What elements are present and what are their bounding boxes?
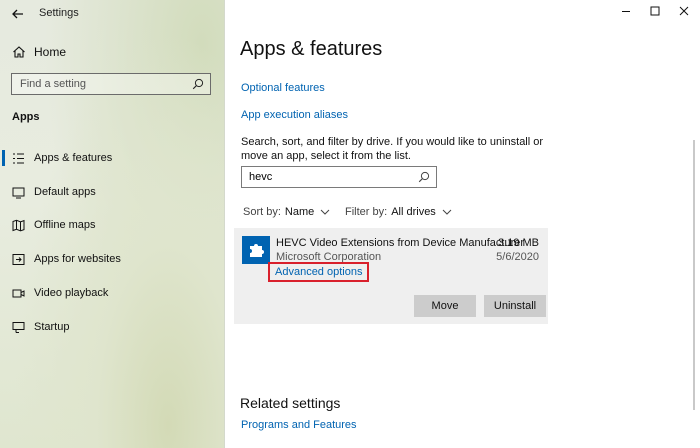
map-icon bbox=[12, 219, 25, 231]
app-install-date: 5/6/2020 bbox=[496, 251, 539, 263]
find-setting-input[interactable]: Find a setting bbox=[11, 73, 211, 95]
app-name: HEVC Video Extensions from Device Manufa… bbox=[276, 237, 525, 249]
page-title: Apps & features bbox=[240, 38, 383, 60]
main-content: Apps & features Optional features App ex… bbox=[225, 0, 700, 448]
sidebar: Settings Home Find a setting Apps Apps &… bbox=[0, 0, 225, 448]
sort-dropdown[interactable]: Sort by: Name bbox=[243, 206, 330, 218]
sort-value: Name bbox=[284, 206, 315, 218]
search-icon[interactable] bbox=[418, 171, 430, 183]
startup-icon bbox=[12, 321, 25, 333]
related-settings-title: Related settings bbox=[240, 395, 341, 411]
move-button[interactable]: Move bbox=[414, 295, 476, 317]
sidebar-item-video-playback[interactable]: Video playback bbox=[0, 282, 223, 304]
app-search-input[interactable]: hevc bbox=[241, 166, 437, 188]
section-title: Apps bbox=[12, 111, 40, 123]
filter-value: All drives bbox=[391, 206, 436, 218]
back-arrow-icon[interactable] bbox=[10, 6, 26, 22]
sidebar-item-default-apps[interactable]: Default apps bbox=[0, 181, 223, 203]
app-search-value: hevc bbox=[249, 171, 273, 183]
sidebar-item-apps-for-websites[interactable]: Apps for websites bbox=[0, 248, 223, 270]
programs-and-features-link[interactable]: Programs and Features bbox=[241, 419, 357, 431]
sidebar-item-apps-features[interactable]: Apps & features bbox=[0, 147, 223, 169]
app-icon bbox=[242, 236, 270, 264]
sidebar-item-label: Video playback bbox=[34, 287, 109, 299]
sidebar-item-offline-maps[interactable]: Offline maps bbox=[0, 214, 223, 236]
video-icon bbox=[12, 289, 25, 297]
sidebar-item-label: Apps & features bbox=[34, 152, 113, 164]
scrollbar[interactable] bbox=[693, 140, 695, 410]
advanced-options-highlight: Advanced options bbox=[268, 262, 370, 282]
default-apps-icon bbox=[12, 187, 25, 198]
sidebar-item-label: Startup bbox=[34, 321, 70, 333]
description-text: Search, sort, and filter by drive. If yo… bbox=[241, 136, 544, 162]
search-icon[interactable] bbox=[192, 78, 204, 90]
chevron-down-icon bbox=[442, 209, 452, 215]
filter-dropdown[interactable]: Filter by: All drives bbox=[345, 206, 452, 218]
uninstall-button[interactable]: Uninstall bbox=[484, 295, 546, 317]
sidebar-item-startup[interactable]: Startup bbox=[0, 316, 223, 338]
sidebar-item-label: Offline maps bbox=[34, 219, 96, 231]
home-icon bbox=[13, 46, 25, 58]
filter-label: Filter by: bbox=[345, 206, 388, 218]
website-app-icon bbox=[12, 253, 25, 265]
find-setting-placeholder: Find a setting bbox=[20, 78, 87, 90]
list-icon bbox=[13, 152, 24, 164]
optional-features-link[interactable]: Optional features bbox=[241, 82, 325, 94]
sort-label: Sort by: bbox=[243, 206, 281, 218]
home-nav[interactable]: Home bbox=[12, 43, 66, 61]
window-title: Settings bbox=[39, 7, 79, 19]
app-list-item[interactable]: HEVC Video Extensions from Device Manufa… bbox=[234, 228, 548, 324]
puzzle-icon bbox=[250, 244, 264, 257]
selection-indicator bbox=[2, 150, 5, 166]
sidebar-item-label: Default apps bbox=[34, 186, 96, 198]
chevron-down-icon bbox=[320, 209, 330, 215]
advanced-options-link[interactable]: Advanced options bbox=[275, 266, 362, 278]
app-execution-aliases-link[interactable]: App execution aliases bbox=[241, 109, 348, 121]
home-label: Home bbox=[34, 45, 67, 59]
sidebar-item-label: Apps for websites bbox=[34, 253, 121, 265]
app-size: 3.19 MB bbox=[498, 237, 539, 249]
